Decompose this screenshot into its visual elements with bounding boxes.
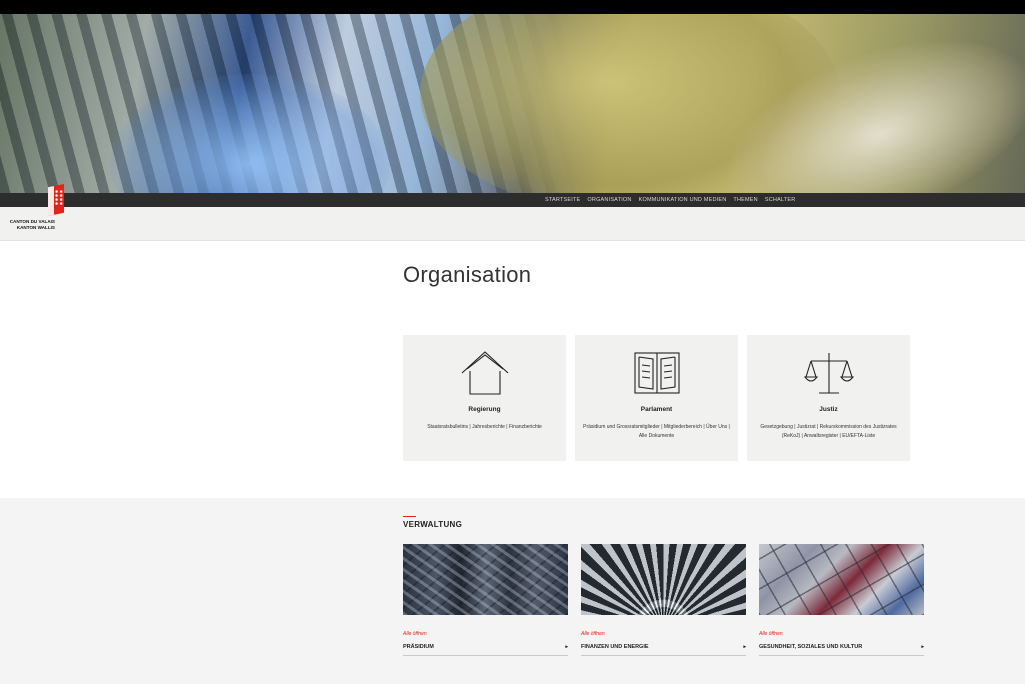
organisation-cards: Regierung Staatsratsbulletins | Jahresbe… [403,335,910,461]
arrow-right-icon: ▸ [565,644,568,650]
card-title: Justiz [819,406,838,413]
verwaltung-tiles: Alle öffnen PRÄSIDIUM ▸ Alle öffnen FINA… [403,544,924,656]
tile-gesundheit[interactable]: Alle öffnen GESUNDHEIT, SOZIALES UND KUL… [759,544,924,656]
tile-finanzen[interactable]: Alle öffnen FINANZEN UND ENERGIE ▸ [581,544,746,656]
house-icon [461,351,508,395]
tile-name: GESUNDHEIT, SOZIALES UND KULTUR [759,644,863,650]
card-links[interactable]: Staatsratsbulletins | Jahresberichte | F… [409,423,560,432]
tile-image[interactable] [403,544,568,615]
card-links[interactable]: Präsidium und Grossratsmitglieder | Mitg… [581,423,732,441]
tile-name-row[interactable]: FINANZEN UND ENERGIE ▸ [581,644,746,656]
nav-item-kommunikation[interactable]: KOMMUNIKATION UND MEDIEN [639,197,727,203]
logo-bar [0,207,1025,241]
logo-line-german: KANTON WALLIS [16,225,55,230]
open-book-icon [633,352,680,394]
card-parlament[interactable]: Parlament Präsidium und Grossratsmitglie… [575,335,738,461]
open-all-link[interactable]: Alle öffnen [581,631,746,637]
section-accent-line [403,516,416,517]
tile-praesidium[interactable]: Alle öffnen PRÄSIDIUM ▸ [403,544,568,656]
open-all-link[interactable]: Alle öffnen [403,631,568,637]
tile-name-row[interactable]: PRÄSIDIUM ▸ [403,644,568,656]
main-navigation: STARTSEITE ORGANISATION KOMMUNIKATION UN… [0,193,1025,207]
page-title: Organisation [403,262,532,287]
section-title: VERWALTUNG [403,520,463,529]
nav-item-organisation[interactable]: ORGANISATION [587,197,631,203]
valais-flag-logo[interactable]: ✱ ✱ ✱ ✱ ✱ ✱ ✱ ✱ [48,184,64,216]
card-title: Regierung [468,406,501,413]
nav-item-themen[interactable]: THEMEN [733,197,757,203]
nav-item-schalter[interactable]: SCHALTER [765,197,796,203]
card-justiz[interactable]: Justiz Gesetzgebung | Justizrat | Rekurs… [747,335,910,461]
card-regierung[interactable]: Regierung Staatsratsbulletins | Jahresbe… [403,335,566,461]
logo-text[interactable]: CANTON DU VALAIS KANTON WALLIS [9,219,55,231]
tile-name: FINANZEN UND ENERGIE [581,644,649,650]
scales-icon [803,353,854,394]
tile-image[interactable] [759,544,924,615]
top-black-bar [0,0,1025,14]
tile-name: PRÄSIDIUM [403,644,434,650]
arrow-right-icon: ▸ [743,644,746,650]
tile-image[interactable] [581,544,746,615]
card-links[interactable]: Gesetzgebung | Justizrat | Rekurskommiss… [753,423,904,441]
card-title: Parlament [640,406,673,413]
tile-name-row[interactable]: GESUNDHEIT, SOZIALES UND KULTUR ▸ [759,644,924,656]
hero-banner-image [0,14,1025,193]
arrow-right-icon: ▸ [921,644,924,650]
nav-item-startseite[interactable]: STARTSEITE [545,197,580,203]
open-all-link[interactable]: Alle öffnen [759,631,924,637]
